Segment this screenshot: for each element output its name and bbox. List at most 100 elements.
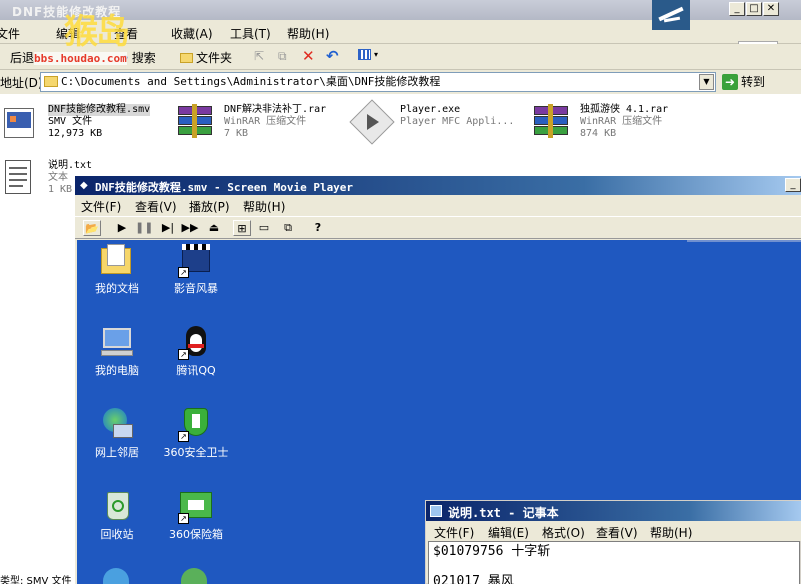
desktop-icon-360-safebox[interactable]: ↗ 360保险箱 [151,488,241,562]
address-bar: 地址(D) C:\Documents and Settings\Administ… [0,70,801,94]
play-icon[interactable]: ▶ [113,220,131,236]
notepad-menu-help[interactable]: 帮助(H) [650,524,692,541]
desktop-icon-recycle-bin[interactable]: 回收站 [72,488,162,562]
qq-penguin-icon: ↗ [178,324,214,360]
watermark-url: bbs.houdao.com [34,52,127,65]
360-safebox-icon: ↗ [178,488,214,524]
player-minimize-button[interactable]: _ [785,178,801,192]
file-name: 说明.txt [48,160,93,171]
maximize-button[interactable]: □ [746,2,762,16]
desktop-icon-label: 我的文档 [95,282,139,295]
step-forward-icon[interactable]: ▶| [159,220,177,236]
go-arrow-icon: ➜ [722,73,738,90]
chevron-down-icon: ▾ [374,50,379,59]
notepad-menu-edit[interactable]: 编辑(E) [488,524,529,541]
folders-button[interactable]: 文件夹 [180,49,232,66]
partial-desktop-icon [181,568,207,584]
go-button[interactable]: ➜ 转到 [722,73,765,90]
desktop-icon-label: 我的电脑 [95,364,139,377]
notepad-title-bar[interactable]: 说明.txt - 记事本 [426,501,801,521]
copy-to-icon[interactable]: ⧉ [278,49,287,64]
desktop-icon-label: 腾讯QQ [176,364,216,377]
pause-icon[interactable]: ❚❚ [135,220,153,236]
player-title-bar[interactable]: ◆ DNF技能修改教程.smv - Screen Movie Player _ [75,176,801,195]
desktop-icon-label: 360安全卫士 [163,446,229,459]
notepad-line: 021017 暴风 [433,574,514,584]
views-button[interactable]: ▾ [358,49,378,60]
file-size: 7 KB [224,128,249,139]
file-item-smv[interactable]: DNF技能修改教程.smv SMV 文件 12,973 KB [0,102,170,152]
file-name: DNF技能修改教程.smv [48,104,151,116]
partial-desktop-icon [103,568,129,584]
fast-forward-icon[interactable]: ▶▶ [181,220,199,236]
notepad-menu-view[interactable]: 查看(V) [596,524,638,541]
delete-icon[interactable]: ✕ [302,47,315,65]
views-icon [358,49,371,60]
media-player-icon: ↗ [178,242,214,278]
file-type: WinRAR 压缩文件 [580,116,663,127]
winrar-archive-icon [532,102,572,146]
desktop-icon-my-documents[interactable]: 我的文档 [72,242,162,316]
menu-help[interactable]: 帮助(H) [287,25,329,42]
desktop-icon-network[interactable]: 网上邻居 [72,406,162,480]
smv-file-icon [0,102,40,146]
network-places-icon [99,406,135,442]
menu-file[interactable]: 文件 [0,25,20,42]
360-safe-icon: ↗ [178,406,214,442]
winrar-archive-icon [176,102,216,146]
close-button[interactable]: ✕ [763,2,779,16]
eject-icon[interactable]: ⏏ [205,220,223,236]
desktop-icon-media-player[interactable]: ↗ 影音风暴 [151,242,241,316]
player-exe-icon [349,99,395,146]
file-name: DNF解决非法补丁.rar [224,104,327,115]
recycle-bin-icon [99,488,135,524]
file-item-rar-patch[interactable]: DNF解决非法补丁.rar WinRAR 压缩文件 7 KB [176,102,346,152]
desktop-icon-label: 回收站 [100,528,134,541]
menu-favorites[interactable]: 收藏(A) [171,25,213,42]
file-item-rar-tool[interactable]: 独孤游侠 4.1.rar WinRAR 压缩文件 874 KB [532,102,702,152]
player-menu-help[interactable]: 帮助(H) [243,198,285,215]
notepad-text-area[interactable]: $01079756 十字斩 021017 暴风 [428,541,800,584]
fit-window-icon[interactable]: ⊞ [233,220,251,236]
player-menu-view[interactable]: 查看(V) [135,198,177,215]
full-screen-icon[interactable]: ▭ [255,220,273,236]
my-computer-icon [99,324,135,360]
screen-top-stripe [687,240,801,242]
player-menu-file[interactable]: 文件(F) [81,198,121,215]
status-bar-text: 类型: SMV 文件 [0,576,72,584]
file-type: WinRAR 压缩文件 [224,116,307,127]
folder-icon [180,52,193,63]
desktop-icon-qq[interactable]: ↗ 腾讯QQ [151,324,241,398]
my-documents-icon [99,242,135,278]
menu-tools[interactable]: 工具(T) [230,25,271,42]
notepad-title: 说明.txt - 记事本 [448,506,559,520]
address-dropdown-button[interactable]: ▼ [699,74,714,90]
notepad-menubar: 文件(F) 编辑(E) 格式(O) 查看(V) 帮助(H) [426,521,801,541]
file-size: 12,973 KB [48,128,103,139]
player-title: DNF技能修改教程.smv - Screen Movie Player [95,181,354,194]
player-menu-play[interactable]: 播放(P) [189,198,230,215]
notepad-menu-format[interactable]: 格式(O) [542,524,585,541]
open-folder-icon[interactable]: 📂 [83,220,101,236]
desktop-icon-360-safe[interactable]: ↗ 360安全卫士 [151,406,241,480]
minimize-button[interactable]: _ [729,2,745,16]
file-item-player-exe[interactable]: Player.exe Player MFC Appli... [349,99,524,152]
undo-icon[interactable]: ↶ [326,47,339,65]
desktop-icon-my-computer[interactable]: 我的电脑 [72,324,162,398]
help-icon[interactable]: ? [309,220,327,236]
notepad-menu-file[interactable]: 文件(F) [434,524,474,541]
restore-view-icon[interactable]: ⧉ [279,220,297,236]
file-name: 独孤游侠 4.1.rar [580,104,669,115]
notepad-app-icon [430,505,442,517]
folders-label: 文件夹 [196,51,233,65]
player-toolbar: 📂 ▶ ❚❚ ▶| ▶▶ ⏏ ⊞ ▭ ⧉ ? [75,216,801,239]
desktop-icon-label: 360保险箱 [169,528,223,541]
back-button[interactable]: 后退 [10,49,34,66]
address-input[interactable]: C:\Documents and Settings\Administrator\… [40,72,716,92]
watermark-logo: 猴岛 [64,12,130,52]
watermark: 猴岛 bbs.houdao.com [34,4,154,66]
move-to-icon[interactable]: ⇱ [254,49,264,63]
desktop-icon-label: 网上邻居 [95,446,139,459]
back-label: 后退 [10,51,35,65]
bird-logo-icon [652,0,690,30]
